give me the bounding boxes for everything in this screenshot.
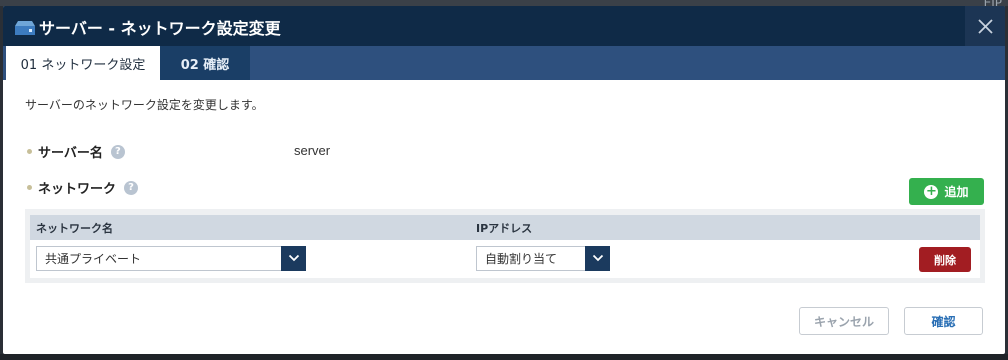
chevron-down-icon — [585, 245, 610, 271]
add-network-button[interactable]: + 追加 — [909, 178, 984, 205]
server-name-value: server — [294, 143, 331, 158]
column-header-network-name: ネットワーク名 — [36, 222, 113, 235]
ip-select-value: 自動割り当て — [485, 252, 558, 266]
plus-circle-icon: + — [924, 183, 939, 199]
server-name-label: サーバー名 ? — [27, 142, 125, 161]
cancel-button[interactable]: キャンセル — [799, 307, 889, 335]
add-button-label: 追加 — [944, 185, 969, 199]
step-tabs: 01 ネットワーク設定 02 確認 — [3, 46, 1005, 80]
network-label-text: ネットワーク — [38, 182, 117, 197]
network-select-value: 共通プライベート — [45, 252, 142, 266]
network-label: ネットワーク ? — [27, 178, 139, 197]
confirm-button[interactable]: 確認 — [904, 307, 983, 335]
server-name-label-text: サーバー名 — [38, 146, 103, 161]
server-icon — [15, 21, 35, 35]
network-settings-dialog: サーバー - ネットワーク設定変更 01 ネットワーク設定 02 確認 サーバー… — [3, 6, 1005, 354]
dialog-title-bar: サーバー - ネットワーク設定変更 — [3, 6, 1005, 46]
chevron-down-icon — [281, 245, 306, 271]
delete-button[interactable]: 削除 — [919, 247, 971, 272]
dialog-description: サーバーのネットワーク設定を変更します。 — [25, 98, 264, 112]
ip-address-select[interactable]: 自動割り当て — [476, 245, 610, 271]
network-select[interactable]: 共通プライベート — [36, 245, 306, 271]
help-icon[interactable]: ? — [124, 180, 139, 195]
network-table: ネットワーク名 IPアドレス 共通プライベート 自動割り当て 削除 — [25, 209, 985, 283]
close-button[interactable] — [965, 6, 1005, 46]
dialog-title: サーバー - ネットワーク設定変更 — [39, 19, 281, 38]
close-icon — [977, 18, 993, 34]
table-header: ネットワーク名 IPアドレス — [30, 215, 980, 240]
tab-confirm[interactable]: 02 確認 — [160, 46, 250, 80]
table-row: 共通プライベート 自動割り当て 削除 — [30, 240, 980, 278]
bullet-icon — [27, 185, 32, 190]
background-page-bottom — [0, 354, 1008, 360]
help-icon[interactable]: ? — [110, 144, 125, 159]
column-header-ip-address: IPアドレス — [476, 222, 533, 235]
tab-network-settings[interactable]: 01 ネットワーク設定 — [6, 46, 160, 80]
bullet-icon — [27, 149, 32, 154]
